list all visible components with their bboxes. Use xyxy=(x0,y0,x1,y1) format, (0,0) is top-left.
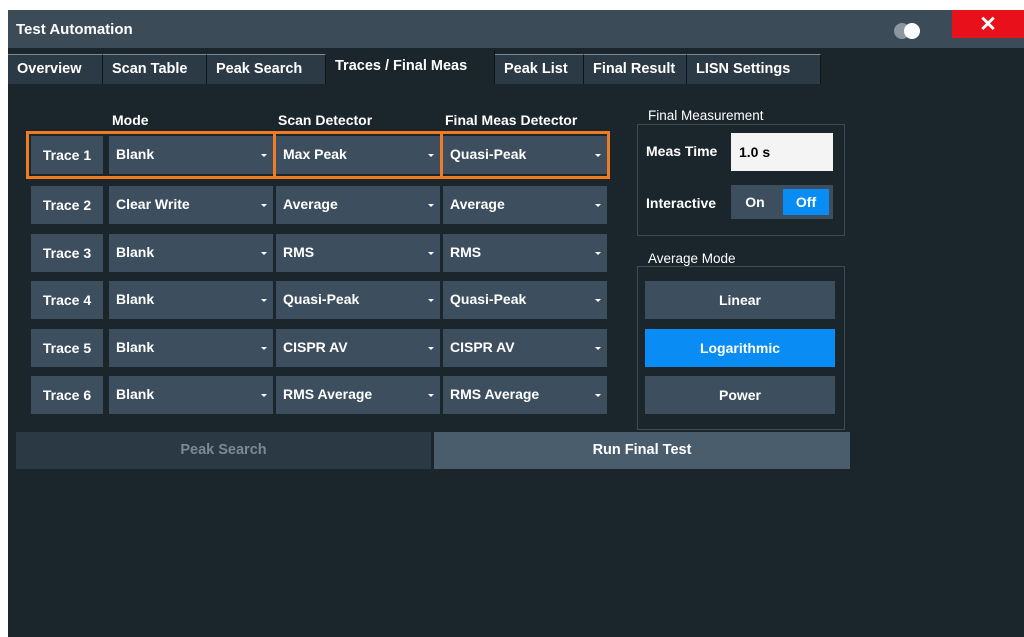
final-meas-detector-column-header: Final Meas Detector xyxy=(445,112,578,128)
trace-6-final-meas-detector-dropdown[interactable]: RMS Average xyxy=(443,376,607,414)
tab-peak-search[interactable]: Peak Search xyxy=(207,54,326,84)
trace-2-mode-dropdown[interactable]: Clear Write xyxy=(109,186,273,224)
trace-3-final-meas-detector-dropdown[interactable]: RMS xyxy=(443,234,607,272)
dropdown-value: RMS Average xyxy=(283,386,373,402)
interactive-on-button[interactable]: On xyxy=(731,185,779,219)
meas-time-label: Meas Time xyxy=(646,143,718,159)
chevron-down-icon xyxy=(261,204,267,207)
chevron-down-icon xyxy=(428,347,434,350)
dropdown-value: Clear Write xyxy=(116,196,190,212)
trace-4-mode-dropdown[interactable]: Blank xyxy=(109,281,273,319)
chevron-down-icon xyxy=(595,204,601,207)
tab-overview[interactable]: Overview xyxy=(8,54,103,84)
interactive-label: Interactive xyxy=(646,195,717,211)
chevron-down-icon xyxy=(261,394,267,397)
trace-3-mode-dropdown[interactable]: Blank xyxy=(109,234,273,272)
trace-4-button[interactable]: Trace 4 xyxy=(31,281,103,319)
average-mode-title: Average Mode xyxy=(648,251,736,266)
dropdown-value: Quasi-Peak xyxy=(450,291,527,307)
chevron-down-icon xyxy=(595,394,601,397)
tab-lisn-settings[interactable]: LISN Settings xyxy=(687,54,821,84)
chevron-down-icon xyxy=(261,347,267,350)
average-logarithmic-button[interactable]: Logarithmic xyxy=(645,329,835,367)
chevron-down-icon xyxy=(261,252,267,255)
dropdown-value: Blank xyxy=(116,291,155,307)
trace-2-button[interactable]: Trace 2 xyxy=(31,186,103,224)
average-linear-button[interactable]: Linear xyxy=(645,281,835,319)
trace-5-button[interactable]: Trace 5 xyxy=(31,329,103,367)
meas-time-input[interactable] xyxy=(731,133,833,171)
chevron-down-icon xyxy=(595,347,601,350)
dropdown-value: Quasi-Peak xyxy=(283,291,360,307)
interactive-off-button[interactable]: Off xyxy=(779,185,833,219)
tab-bar: Overview Scan Table Peak Search Traces /… xyxy=(8,48,1024,84)
trace-4-scan-detector-dropdown[interactable]: Quasi-Peak xyxy=(276,281,440,319)
chevron-down-icon xyxy=(428,204,434,207)
trace-6-button[interactable]: Trace 6 xyxy=(31,376,103,414)
tab-peak-list[interactable]: Peak List xyxy=(495,54,584,84)
trace-4-final-meas-detector-dropdown[interactable]: Quasi-Peak xyxy=(443,281,607,319)
run-final-test-button[interactable]: Run Final Test xyxy=(434,432,850,469)
final-meas-detector-highlight xyxy=(440,131,610,179)
peak-search-button[interactable]: Peak Search xyxy=(16,432,431,469)
dropdown-value: RMS Average xyxy=(450,386,540,402)
tab-final-result[interactable]: Final Result xyxy=(584,54,687,84)
dropdown-value: Blank xyxy=(116,339,155,355)
trace-5-scan-detector-dropdown[interactable]: CISPR AV xyxy=(276,329,440,367)
final-measurement-title: Final Measurement xyxy=(648,108,764,123)
chevron-down-icon xyxy=(595,252,601,255)
tab-traces-final-meas[interactable]: Traces / Final Meas xyxy=(326,50,495,84)
trace-2-final-meas-detector-dropdown[interactable]: Average xyxy=(443,186,607,224)
dropdown-value: RMS xyxy=(283,244,315,260)
trace-6-mode-dropdown[interactable]: Blank xyxy=(109,376,273,414)
chevron-down-icon xyxy=(261,299,267,302)
dropdown-value: Average xyxy=(283,196,338,212)
trace-5-final-meas-detector-dropdown[interactable]: CISPR AV xyxy=(443,329,607,367)
chevron-down-icon xyxy=(428,252,434,255)
dropdown-value: RMS xyxy=(450,244,482,260)
trace-5-mode-dropdown[interactable]: Blank xyxy=(109,329,273,367)
dropdown-value: CISPR AV xyxy=(283,339,348,355)
scan-detector-column-header: Scan Detector xyxy=(278,112,373,128)
trace-6-scan-detector-dropdown[interactable]: RMS Average xyxy=(276,376,440,414)
average-power-button[interactable]: Power xyxy=(645,376,835,414)
chevron-down-icon xyxy=(428,299,434,302)
window-title: Test Automation xyxy=(16,21,133,38)
test-automation-window: Test Automation ✕ Overview Scan Table Pe… xyxy=(8,10,1024,637)
scan-detector-highlight xyxy=(273,131,443,179)
chevron-down-icon xyxy=(428,394,434,397)
tab-scan-table[interactable]: Scan Table xyxy=(103,54,207,84)
dropdown-value: Blank xyxy=(116,386,155,402)
dropdown-value: Average xyxy=(450,196,505,212)
dropdown-value: CISPR AV xyxy=(450,339,515,355)
title-bar: Test Automation ✕ xyxy=(8,10,1024,48)
trace-3-scan-detector-dropdown[interactable]: RMS xyxy=(276,234,440,272)
trace-3-button[interactable]: Trace 3 xyxy=(31,234,103,272)
dropdown-value: Blank xyxy=(116,244,155,260)
close-button[interactable]: ✕ xyxy=(952,10,1024,38)
chevron-down-icon xyxy=(595,299,601,302)
trace-2-scan-detector-dropdown[interactable]: Average xyxy=(276,186,440,224)
close-icon: ✕ xyxy=(979,13,997,36)
mode-column-header: Mode xyxy=(112,112,149,128)
trace-1-highlight xyxy=(26,131,276,179)
toggle-icon[interactable] xyxy=(894,23,924,39)
